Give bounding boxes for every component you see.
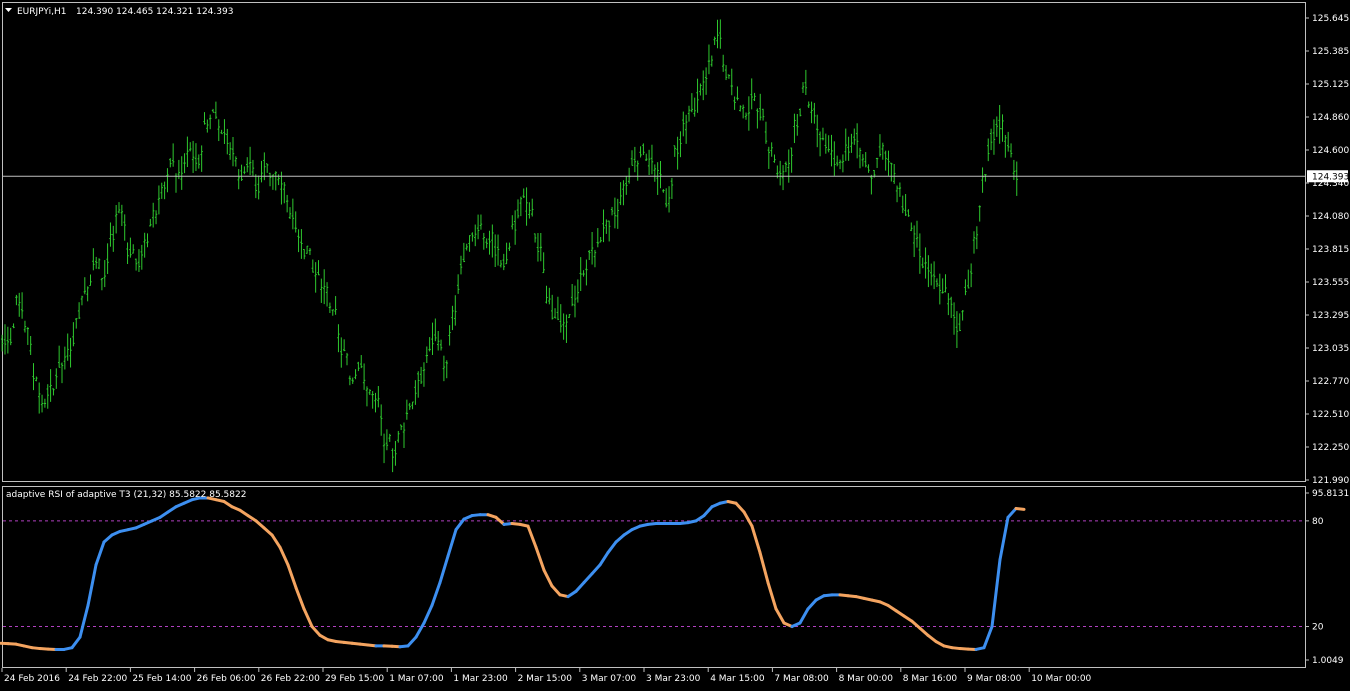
time-tick-label: 1 Mar 23:00 <box>453 674 508 684</box>
price-tick-label: 124.600 <box>1312 146 1349 156</box>
time-tick-label: 8 Mar 16:00 <box>903 674 958 684</box>
symbol-header: EURJPYi,H1 124.390 124.465 124.321 124.3… <box>5 7 233 17</box>
ohlc-values: 124.390 124.465 124.321 124.393 <box>76 7 233 17</box>
time-tick-label: 7 Mar 08:00 <box>774 674 829 684</box>
time-tick-label: 26 Feb 22:00 <box>261 674 320 684</box>
time-tick-label: 25 Feb 14:00 <box>132 674 191 684</box>
time-tick-label: 4 Mar 15:00 <box>710 674 765 684</box>
time-tick-label: 26 Feb 06:00 <box>197 674 256 684</box>
time-tick-label: 3 Mar 23:00 <box>646 674 701 684</box>
chart-root: EURJPYi,H1 124.390 124.465 124.321 124.3… <box>0 0 1350 688</box>
price-tick-label: 124.080 <box>1312 212 1349 222</box>
price-tick-label: 123.815 <box>1312 245 1349 255</box>
time-tick-label: 10 Mar 00:00 <box>1031 674 1091 684</box>
time-tick-label: 29 Feb 15:00 <box>325 674 384 684</box>
price-tick-label: 125.385 <box>1312 47 1349 57</box>
time-tick-label: 3 Mar 07:00 <box>582 674 637 684</box>
rsi-tick-label: 95.8131 <box>1312 489 1349 499</box>
rsi-tick-label: 80 <box>1312 517 1324 527</box>
time-tick-label: 9 Mar 08:00 <box>967 674 1022 684</box>
rsi-tick-label: 1.0049 <box>1312 656 1344 666</box>
price-tick-label: 124.860 <box>1312 113 1349 123</box>
time-tick-label: 24 Feb 22:00 <box>68 674 127 684</box>
price-tick-label: 123.555 <box>1312 278 1349 288</box>
price-tick-label: 121.990 <box>1312 476 1349 486</box>
indicator-label: adaptive RSI of adaptive T3 (21,32) 85.5… <box>6 490 246 500</box>
price-tick-label: 122.250 <box>1312 443 1349 453</box>
time-tick-label: 8 Mar 00:00 <box>839 674 894 684</box>
rsi-tick-label: 20 <box>1312 623 1324 633</box>
rsi-segment <box>1016 509 1024 510</box>
time-tick-label: 24 Feb 2016 <box>4 674 60 684</box>
price-tick-label: 122.770 <box>1312 377 1349 387</box>
symbol-label: EURJPYi,H1 <box>17 7 66 17</box>
time-tick-label: 2 Mar 15:00 <box>518 674 573 684</box>
bid-price-tag: 124.393 <box>1307 170 1349 182</box>
price-tick-label: 122.510 <box>1312 410 1349 420</box>
price-tick-label: 123.035 <box>1312 344 1349 354</box>
price-tick-label: 123.295 <box>1312 311 1349 321</box>
trading-chart: EURJPYi,H1 124.390 124.465 124.321 124.3… <box>0 0 1350 688</box>
price-axis: 125.645 125.385 125.125 124.860 124.600 124.3… <box>1305 14 1349 486</box>
price-tick-label: 125.125 <box>1312 80 1349 90</box>
time-tick-label: 1 Mar 07:00 <box>389 674 444 684</box>
price-tick-label: 125.645 <box>1312 14 1349 24</box>
bid-tag-label: 124.393 <box>1312 172 1349 182</box>
